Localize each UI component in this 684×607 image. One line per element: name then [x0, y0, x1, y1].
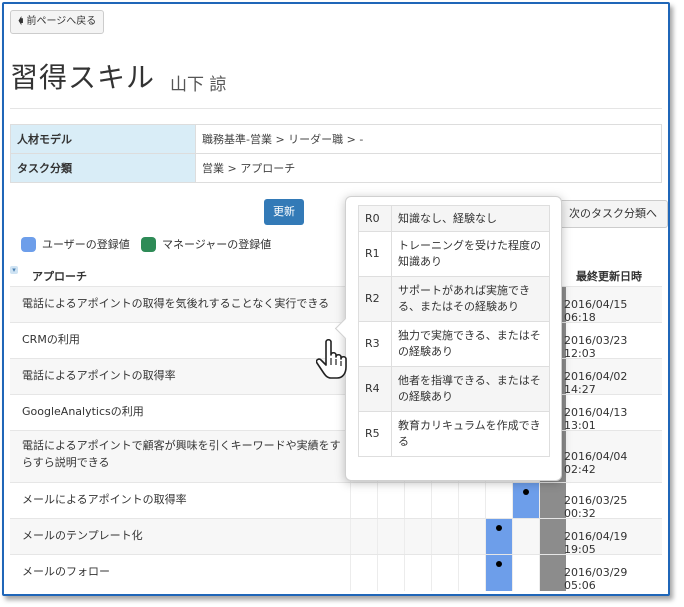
skill-label: メールのテンプレート化: [22, 529, 143, 542]
level-row[interactable]: R4 他者を指導できる、またはその経験あり: [358, 366, 550, 412]
rating-cell[interactable]: [377, 555, 404, 591]
page-title: 習得スキル: [10, 61, 156, 94]
skill-label: メールのフォロー: [22, 565, 110, 578]
back-button-label: 前ページへ戻る: [26, 16, 97, 27]
rating-cell[interactable]: [404, 555, 431, 591]
update-button[interactable]: 更新: [264, 199, 304, 225]
hand-cursor-icon: [316, 338, 347, 379]
legend-manager-label: マネージャーの登録値: [162, 238, 272, 251]
info-table: 人材モデル 職務基準-営業 > リーダー職 > - タスク分類 営業 > アプロ…: [10, 124, 662, 183]
last-updated: 2016/04/13 13:01: [564, 406, 628, 432]
level-code: R5: [358, 411, 392, 457]
rating-cell[interactable]: [404, 519, 431, 555]
level-row[interactable]: R0 知識なし、経験なし: [358, 205, 550, 232]
level-desc: 教育カリキュラムを作成できる: [391, 411, 550, 457]
rating-cell[interactable]: [512, 483, 539, 519]
level-popover: R0 知識なし、経験なし R1 トレーニングを受けた程度の知識あり R2 サポー…: [334, 196, 562, 481]
skill-label: 電話によるアポイントの取得率: [22, 369, 176, 382]
level-desc: 他者を指導できる、またはその経験あり: [391, 366, 550, 412]
legend-manager: マネージャーの登録値: [141, 236, 271, 252]
rating-cell[interactable]: [539, 519, 566, 555]
skill-label: 電話によるアポイントで顧客が興味を引くキーワードや実績をすらすら説明できる: [22, 439, 341, 469]
table-row: メールのテンプレート化 2016/04/19 19:05: [10, 518, 662, 556]
app-window: 🡀 前ページへ戻る 習得スキル 山下 諒 人材モデル 職務基準-営業 > リーダー…: [2, 2, 670, 596]
collapse-toggle-icon[interactable]: ▾: [10, 266, 18, 274]
rating-cell[interactable]: [377, 483, 404, 519]
level-code: R3: [358, 321, 392, 367]
level-code: R1: [358, 231, 392, 277]
rating-cell[interactable]: [350, 483, 377, 519]
level-table: R0 知識なし、経験なし R1 トレーニングを受けた程度の知識あり R2 サポー…: [358, 205, 550, 457]
legend-user-swatch: [21, 236, 36, 252]
rating-cell[interactable]: [485, 555, 512, 591]
info-value: 営業 > アプローチ: [195, 153, 662, 183]
rating-cell[interactable]: [350, 519, 377, 555]
legend-manager-swatch: [141, 236, 156, 252]
table-header: ▾ アプローチ 最終更新日時: [10, 266, 662, 286]
divider: [10, 108, 662, 109]
level-code: R4: [358, 366, 392, 412]
category-header: アプローチ: [32, 270, 87, 283]
level-row[interactable]: R3 独力で実施できる、またはその経験あり: [358, 321, 550, 367]
last-updated: 2016/04/04 02:42: [564, 450, 628, 476]
last-updated: 2016/04/15 06:18: [564, 298, 628, 324]
rating-cell[interactable]: [485, 483, 512, 519]
rating-cell[interactable]: [431, 483, 458, 519]
level-desc: サポートがあれば実施できる、またはその経験あり: [391, 276, 550, 322]
rating-cell[interactable]: [404, 483, 431, 519]
skill-label: CRMの利用: [22, 333, 80, 346]
rating-cell[interactable]: [377, 519, 404, 555]
level-row[interactable]: R5 教育カリキュラムを作成できる: [358, 411, 550, 457]
skill-label: メールによるアポイントの取得率: [22, 493, 187, 506]
back-button[interactable]: 🡀 前ページへ戻る: [10, 10, 105, 34]
rating-cell[interactable]: [458, 483, 485, 519]
rating-cell[interactable]: [431, 555, 458, 591]
info-row-model: 人材モデル 職務基準-営業 > リーダー職 > -: [10, 124, 662, 154]
last-updated: 2016/04/19 19:05: [564, 530, 628, 556]
level-row[interactable]: R1 トレーニングを受けた程度の知識あり: [358, 231, 550, 277]
level-code: R2: [358, 276, 392, 322]
table-row: 電話によるアポイントで顧客が興味を引くキーワードや実績をすらすら説明できる 201…: [10, 430, 662, 483]
last-updated: 2016/03/29 05:06: [564, 566, 628, 592]
table-row: メールのフォロー 2016/03/29 05:06: [10, 554, 662, 592]
rating-dot: [496, 525, 502, 531]
rating-cell[interactable]: [458, 519, 485, 555]
level-row[interactable]: R2 サポートがあれば実施できる、またはその経験あり: [358, 276, 550, 322]
info-value: 職務基準-営業 > リーダー職 > -: [195, 124, 662, 154]
table-row: メールによるアポイントの取得率 2016/03/25 00:32: [10, 482, 662, 520]
info-key: タスク分類: [10, 153, 196, 183]
arrow-left-icon: 🡀: [18, 16, 24, 27]
last-updated: 2016/03/23 12:03: [564, 334, 628, 360]
legend-user: ユーザーの登録値: [21, 236, 130, 252]
level-desc: 独力で実施できる、またはその経験あり: [391, 321, 550, 367]
rating-dot: [523, 489, 529, 495]
skill-label: 電話によるアポイントの取得を気後れすることなく実行できる: [22, 297, 330, 310]
level-code: R0: [358, 205, 392, 232]
level-desc: トレーニングを受けた程度の知識あり: [391, 231, 550, 277]
rating-cell[interactable]: [485, 519, 512, 555]
legend-user-label: ユーザーの登録値: [42, 238, 130, 251]
rating-cell[interactable]: [539, 555, 566, 591]
level-desc: 知識なし、経験なし: [391, 205, 550, 232]
last-updated-header: 最終更新日時: [576, 270, 642, 283]
next-task-category-button[interactable]: 次のタスク分類へ: [558, 200, 668, 228]
rating-cell[interactable]: [458, 555, 485, 591]
last-updated: 2016/04/02 14:27: [564, 370, 628, 396]
rating-dot: [496, 561, 502, 567]
table-row: GoogleAnalyticsの利用 2016/04/13 13:01: [10, 394, 662, 432]
info-key: 人材モデル: [10, 124, 196, 154]
skill-label: GoogleAnalyticsの利用: [22, 405, 144, 418]
rating-cell[interactable]: [431, 519, 458, 555]
info-row-task: タスク分類 営業 > アプローチ: [10, 153, 662, 183]
rating-cell[interactable]: [512, 555, 539, 591]
rating-cell[interactable]: [350, 555, 377, 591]
last-updated: 2016/03/25 00:32: [564, 494, 628, 520]
rating-cell[interactable]: [512, 519, 539, 555]
rating-cell[interactable]: [539, 483, 566, 519]
user-name: 山下 諒: [170, 75, 227, 95]
table-row: 電話によるアポイントの取得を気後れすることなく実行できる 2016/04/15 0…: [10, 286, 662, 324]
